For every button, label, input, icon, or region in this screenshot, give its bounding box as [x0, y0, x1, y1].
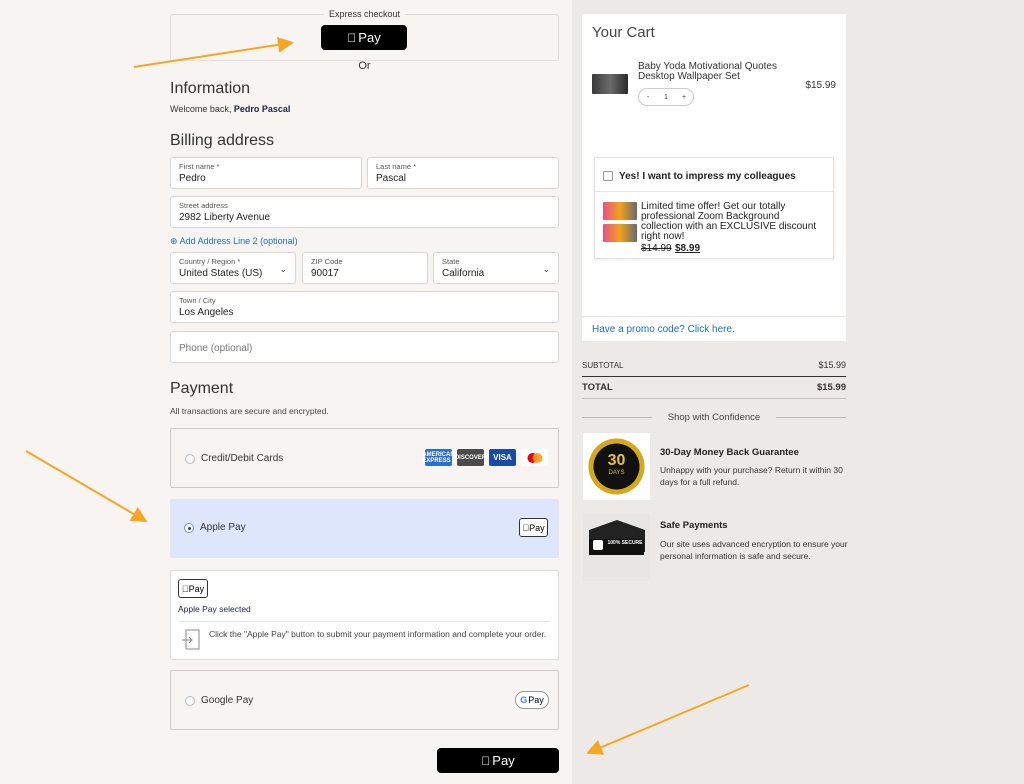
- upsell-offer: Yes! I want to impress my colleagues Lim…: [594, 157, 834, 259]
- total-row: TOTAL $15.99: [582, 382, 846, 393]
- qty-plus-button[interactable]: +: [675, 94, 693, 101]
- safe-payments-description: Our site uses advanced encryption to ens…: [660, 539, 848, 561]
- upsell-image: [603, 224, 637, 242]
- guarantee-description: Unhappy with your purchase? Return it wi…: [660, 465, 843, 487]
- subtotal-row: SUBTOTAL $15.99: [582, 360, 846, 370]
- cart-title: Your Cart: [592, 24, 655, 41]
- product-name: Baby Yoda Motivational Quotes Desktop Wa…: [638, 61, 777, 82]
- upsell-description: Limited time offer! Get our totally prof…: [641, 201, 817, 242]
- upsell-image: [603, 202, 637, 220]
- upsell-checkbox[interactable]: [603, 171, 613, 181]
- product-thumbnail: [592, 74, 628, 94]
- upsell-old-price: $14.99: [641, 243, 672, 254]
- safe-payments-title: Safe Payments: [660, 520, 728, 531]
- shop-with-confidence-title: Shop with Confidence: [582, 412, 846, 423]
- upsell-new-price: $8.99: [675, 243, 701, 254]
- product-price: $15.99: [805, 80, 836, 91]
- upsell-title: Yes! I want to impress my colleagues: [619, 171, 796, 182]
- promo-code-link[interactable]: Have a promo code? Click here.: [592, 324, 735, 335]
- qty-value: 1: [664, 93, 668, 101]
- secure-badge: 100% SECURE: [583, 514, 650, 581]
- quantity-stepper[interactable]: - 1 +: [638, 88, 694, 106]
- annotation-arrows: [25, 36, 750, 755]
- qty-minus-button[interactable]: -: [639, 94, 657, 101]
- promo-code-row: Have a promo code? Click here.: [582, 316, 846, 341]
- guarantee-title: 30-Day Money Back Guarantee: [660, 447, 799, 458]
- money-back-badge: 30 DAYS: [583, 433, 650, 500]
